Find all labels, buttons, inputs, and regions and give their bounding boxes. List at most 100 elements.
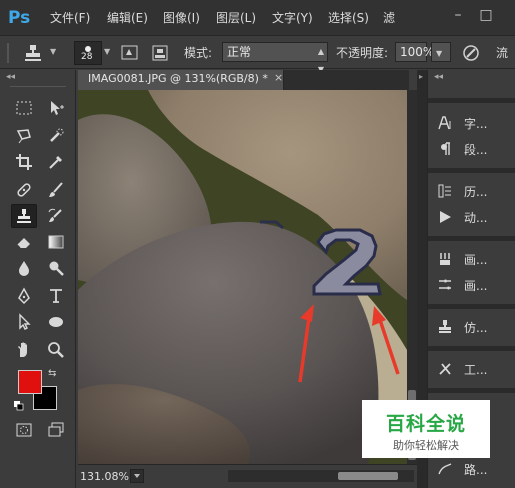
crop-tool[interactable] <box>11 150 37 174</box>
drop-icon <box>19 261 29 276</box>
panel-divider <box>428 304 515 309</box>
zoom-level[interactable]: 131.08% <box>80 470 129 483</box>
stamp-tool-preset-icon[interactable] <box>22 42 42 62</box>
menu-edit[interactable]: 编辑(E) <box>107 9 148 27</box>
pen-icon <box>18 287 30 305</box>
brush-panel-toggle-icon[interactable] <box>120 43 140 63</box>
panel-paragraph[interactable]: 段... <box>428 136 500 162</box>
menu-image[interactable]: 图像(I) <box>163 9 200 27</box>
bandage-icon <box>17 183 31 197</box>
opacity-value: 100% <box>400 45 435 59</box>
hand-tool[interactable] <box>11 338 37 362</box>
quick-select-icon <box>50 128 64 142</box>
text-t-icon <box>50 289 62 303</box>
ellipse-tool[interactable] <box>43 310 69 334</box>
swap-colors-icon[interactable]: ⇆ <box>48 368 56 379</box>
quick-mask-button[interactable] <box>11 418 37 442</box>
horizontal-scroll-thumb[interactable] <box>338 472 398 480</box>
panel-actions[interactable]: 动... <box>428 204 500 230</box>
maximize-button[interactable]: □ <box>476 4 496 26</box>
rect-marquee-icon <box>16 101 32 115</box>
zoom-tool[interactable] <box>43 338 69 362</box>
history-brush-icon <box>48 208 62 222</box>
screen-mode-button[interactable] <box>43 418 69 442</box>
eyedropper-icon <box>49 156 62 169</box>
collapse-panels-icon[interactable]: ▸ <box>419 72 423 81</box>
menu-file[interactable]: 文件(F) <box>50 9 90 27</box>
tool-presets-icon <box>439 363 451 375</box>
history-brush-tool[interactable] <box>43 204 69 228</box>
lasso-tool[interactable] <box>11 124 37 148</box>
opacity-label: 不透明度: <box>336 46 389 60</box>
path-selection-tool[interactable] <box>11 310 37 334</box>
quick-selection-tool[interactable] <box>43 124 69 148</box>
minimize-button[interactable]: – <box>448 4 468 26</box>
screen-mode-icon <box>48 422 64 437</box>
actions-icon <box>440 211 451 223</box>
menu-select[interactable]: 选择(S) <box>328 9 369 27</box>
move-icon <box>51 101 64 115</box>
panel-divider <box>428 346 515 351</box>
opacity-dropdown[interactable]: ▼ <box>431 42 451 62</box>
blend-mode-select[interactable]: 正常 ▲▼ <box>222 42 328 74</box>
expand-panels-icon[interactable]: ◂◂ <box>434 72 443 82</box>
gradient-tool[interactable] <box>43 230 69 254</box>
document-canvas[interactable] <box>78 90 407 464</box>
brush-size-value: 28 <box>81 52 93 62</box>
marquee-tool[interactable] <box>11 96 37 120</box>
pen-tool[interactable] <box>11 284 37 308</box>
foreground-color-swatch[interactable] <box>18 370 42 394</box>
document-tab[interactable]: IMAG0081.JPG @ 131%(RGB/8) * × <box>78 70 284 90</box>
type-tool[interactable] <box>43 284 69 308</box>
eyedropper-tool[interactable] <box>43 150 69 174</box>
panel-clone-source[interactable]: 仿... <box>428 314 500 340</box>
gradient-icon <box>48 235 64 249</box>
collapse-toolbox-icon[interactable]: ◂◂ <box>6 72 15 82</box>
menu-bar: Ps 文件(F) 编辑(E) 图像(I) 图层(L) 文字(Y) 选择(S) 滤… <box>0 0 515 36</box>
clone-source-toggle-icon[interactable] <box>150 43 170 63</box>
opacity-input[interactable]: 100% <box>395 42 434 62</box>
watermark-title: 百科全说 <box>385 413 466 435</box>
photo-image <box>78 90 407 464</box>
panel-character[interactable]: 字... <box>428 110 500 136</box>
blur-tool[interactable] <box>11 256 37 280</box>
brush-tool[interactable] <box>43 178 69 202</box>
magnifier-dodge-icon <box>49 261 64 276</box>
dodge-tool[interactable] <box>43 256 69 280</box>
clone-source-icon <box>439 320 451 333</box>
paragraph-icon <box>441 142 450 155</box>
menu-layer[interactable]: 图层(L) <box>216 9 256 27</box>
watermark-subtitle: 助你轻松解决 <box>393 439 459 452</box>
character-icon <box>438 116 451 130</box>
eraser-tool[interactable] <box>11 230 37 254</box>
panel-paths[interactable]: 路... <box>428 456 500 482</box>
panel-brush-presets[interactable]: 画... <box>428 272 500 298</box>
menu-filter[interactable]: 滤 <box>383 9 395 27</box>
healing-brush-tool[interactable] <box>11 178 37 202</box>
stamp-icon <box>17 209 31 223</box>
hand-icon <box>18 342 27 357</box>
horizontal-scrollbar[interactable] <box>228 470 414 482</box>
menu-type[interactable]: 文字(Y) <box>272 9 313 27</box>
panel-divider <box>428 98 515 103</box>
panel-brush[interactable]: 画... <box>428 246 500 272</box>
panel-history[interactable]: 历... <box>428 178 500 204</box>
arrow-cursor-icon <box>19 313 31 330</box>
panel-tool-presets[interactable]: 工... <box>428 356 500 382</box>
brush-size-arrow[interactable]: ▼ <box>104 44 110 60</box>
path-icon <box>438 463 452 475</box>
move-tool[interactable] <box>43 96 69 120</box>
default-colors-icon[interactable] <box>14 400 24 411</box>
eraser-icon <box>16 238 30 249</box>
zoom-icon <box>48 342 64 358</box>
status-info-button[interactable] <box>130 469 144 483</box>
crop-icon <box>16 154 32 170</box>
preset-dropdown-arrow[interactable]: ▼ <box>50 44 56 60</box>
close-tab-icon[interactable]: × <box>274 71 283 84</box>
tablet-pressure-opacity-icon[interactable] <box>461 43 481 63</box>
flow-label: 流 <box>496 46 509 60</box>
brush-size-picker[interactable]: 28 <box>74 41 102 65</box>
brush-icon <box>49 182 63 197</box>
clone-stamp-tool[interactable] <box>11 204 37 228</box>
lasso-icon <box>16 129 31 144</box>
